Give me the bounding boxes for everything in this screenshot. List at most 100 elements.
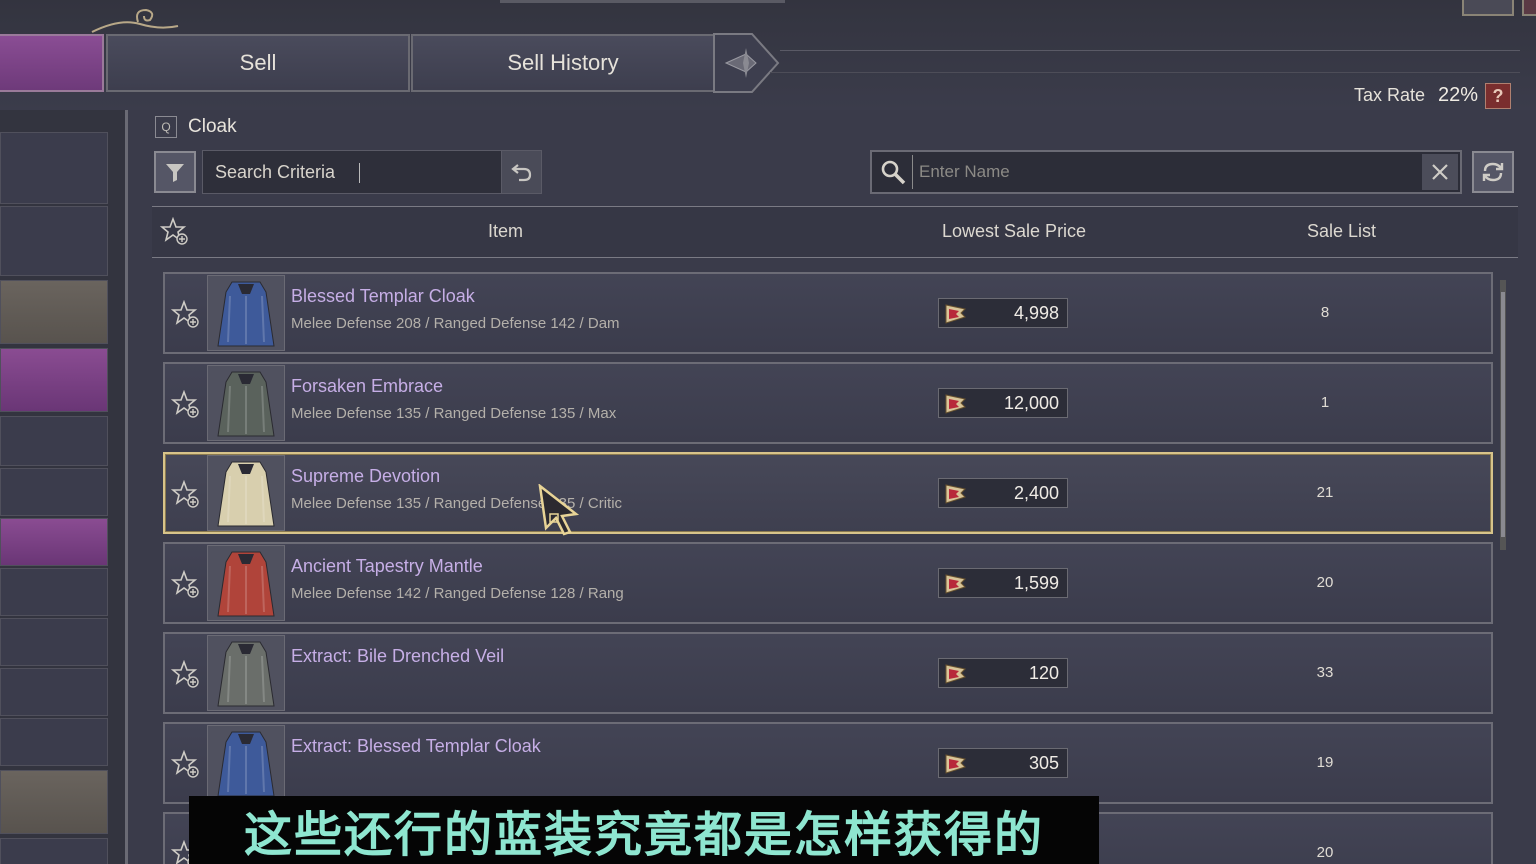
filter-icon	[166, 164, 184, 182]
favorite-filter-icon[interactable]	[160, 217, 190, 247]
item-name: Ancient Tapestry Mantle	[291, 556, 483, 576]
favorite-star-icon[interactable]	[171, 480, 201, 510]
column-header-sale-list[interactable]: Sale List	[1307, 221, 1376, 242]
cloak-icon	[217, 731, 275, 797]
currency-gem-icon	[945, 484, 967, 504]
column-header-item[interactable]: Item	[488, 221, 523, 242]
search-input[interactable]	[912, 155, 1412, 189]
lowest-price-box: 12,000	[938, 388, 1068, 418]
scrollbar-thumb[interactable]	[1501, 292, 1505, 537]
sidebar-item[interactable]	[0, 668, 108, 716]
lowest-price-box: 4,998	[938, 298, 1068, 328]
favorite-star-icon[interactable]	[171, 660, 201, 690]
title-ornament-icon	[91, 8, 179, 33]
cloak-icon	[217, 281, 275, 347]
tax-rate-label: Tax Rate	[1354, 85, 1426, 105]
reset-criteria-button[interactable]	[501, 151, 541, 193]
table-row-selected[interactable]: Supreme Devotion Melee Defense 135 / Rang…	[163, 452, 1493, 534]
price-value: 2,400	[1013, 483, 1059, 503]
table-row[interactable]: Ancient Tapestry Mantle Melee Defense 142…	[163, 542, 1493, 624]
sale-list-count: 19	[1316, 754, 1334, 771]
sidebar-item[interactable]	[0, 132, 108, 204]
category-label: Cloak	[188, 116, 237, 137]
item-thumbnail	[207, 455, 285, 531]
sidebar-item[interactable]	[0, 568, 108, 616]
item-stats: Melee Defense 135 / Ranged Defense 135 /…	[291, 495, 623, 512]
item-stats: Melee Defense 208 / Ranged Defense 142 /…	[291, 315, 620, 332]
item-name: Forsaken Embrace	[291, 376, 444, 396]
cloak-icon	[217, 551, 275, 617]
column-header-price[interactable]: Lowest Sale Price	[942, 221, 1086, 242]
sidebar-item[interactable]	[0, 770, 108, 834]
cloak-icon	[217, 461, 275, 527]
favorite-star-icon[interactable]	[171, 570, 201, 600]
item-name: Supreme Devotion	[291, 466, 441, 486]
tab-divider	[780, 50, 1520, 51]
text-caret	[359, 163, 360, 183]
price-value: 4,998	[1013, 303, 1059, 323]
item-thumbnail	[207, 635, 285, 711]
tax-rate-value: 22%	[1438, 84, 1479, 106]
tab-sell-label: Sell	[239, 50, 277, 75]
table-row[interactable]: Forsaken Embrace Melee Defense 135 / Rang…	[163, 362, 1493, 444]
lowest-price-box: 120	[938, 658, 1068, 688]
sale-list-count: 1	[1320, 394, 1330, 411]
refresh-button[interactable]	[1472, 151, 1514, 193]
search-criteria-field[interactable]: Search Criteria	[202, 150, 542, 194]
sidebar-item[interactable]	[0, 838, 108, 864]
name-search-box	[870, 150, 1462, 194]
item-name: Extract: Bile Drenched Veil	[291, 646, 505, 666]
table-header: Item Lowest Sale Price Sale List	[152, 206, 1518, 258]
search-criteria-label: Search Criteria	[215, 162, 336, 182]
table-row[interactable]: Extract: Blessed Templar Cloak 305 19	[163, 722, 1493, 804]
category-sidebar	[0, 110, 128, 864]
tax-help-button[interactable]: ?	[1485, 83, 1511, 109]
cursor-icon	[538, 484, 580, 536]
sale-list-count: 20	[1316, 574, 1334, 591]
tab-sell[interactable]: Sell	[106, 34, 410, 92]
item-thumbnail	[207, 365, 285, 441]
video-subtitle: 这些还行的蓝装究竟都是怎样获得的	[189, 796, 1099, 864]
favorite-star-icon[interactable]	[171, 750, 201, 780]
top-close-button[interactable]	[1522, 0, 1536, 16]
favorite-star-icon[interactable]	[171, 300, 201, 330]
top-right-button[interactable]	[1462, 0, 1514, 16]
cloak-icon	[217, 641, 275, 707]
sidebar-item[interactable]	[0, 618, 108, 666]
sale-list-count: 8	[1320, 304, 1330, 321]
lowest-price-box: 2,400	[938, 478, 1068, 508]
sidebar-item[interactable]	[0, 416, 108, 466]
price-value: 12,000	[1003, 393, 1059, 413]
table-row[interactable]: Extract: Bile Drenched Veil 120 33	[163, 632, 1493, 714]
favorite-star-icon[interactable]	[171, 390, 201, 420]
sidebar-item-highlighted[interactable]	[0, 518, 108, 566]
filter-button[interactable]	[154, 151, 196, 193]
tab-sell-history[interactable]: Sell History	[411, 34, 715, 92]
tab-end-arrow-icon	[713, 33, 780, 93]
item-name: Blessed Templar Cloak	[291, 286, 475, 306]
currency-gem-icon	[945, 394, 967, 414]
currency-gem-icon	[945, 574, 967, 594]
tab-sell-history-label: Sell History	[507, 50, 619, 75]
sidebar-item[interactable]	[0, 206, 108, 276]
clear-search-button[interactable]	[1422, 154, 1458, 190]
cloak-icon	[217, 371, 275, 437]
tab-buy[interactable]	[0, 34, 104, 92]
tab-divider-lower	[770, 72, 1520, 73]
item-thumbnail	[207, 545, 285, 621]
refresh-icon	[1482, 162, 1504, 182]
sidebar-item[interactable]	[0, 468, 108, 516]
price-value: 120	[1028, 663, 1059, 683]
category-icon: Q	[155, 116, 177, 138]
lowest-price-box: 305	[938, 748, 1068, 778]
sidebar-item[interactable]	[0, 280, 108, 344]
currency-gem-icon	[945, 304, 967, 324]
currency-gem-icon	[945, 754, 967, 774]
item-thumbnail	[207, 275, 285, 351]
item-name: Extract: Blessed Templar Cloak	[291, 736, 541, 756]
lowest-price-box: 1,599	[938, 568, 1068, 598]
sidebar-item[interactable]	[0, 718, 108, 766]
table-row[interactable]: Blessed Templar Cloak Melee Defense 208 /…	[163, 272, 1493, 354]
item-stats: Melee Defense 142 / Ranged Defense 128 /…	[291, 585, 624, 602]
sidebar-item-selected[interactable]	[0, 348, 108, 412]
